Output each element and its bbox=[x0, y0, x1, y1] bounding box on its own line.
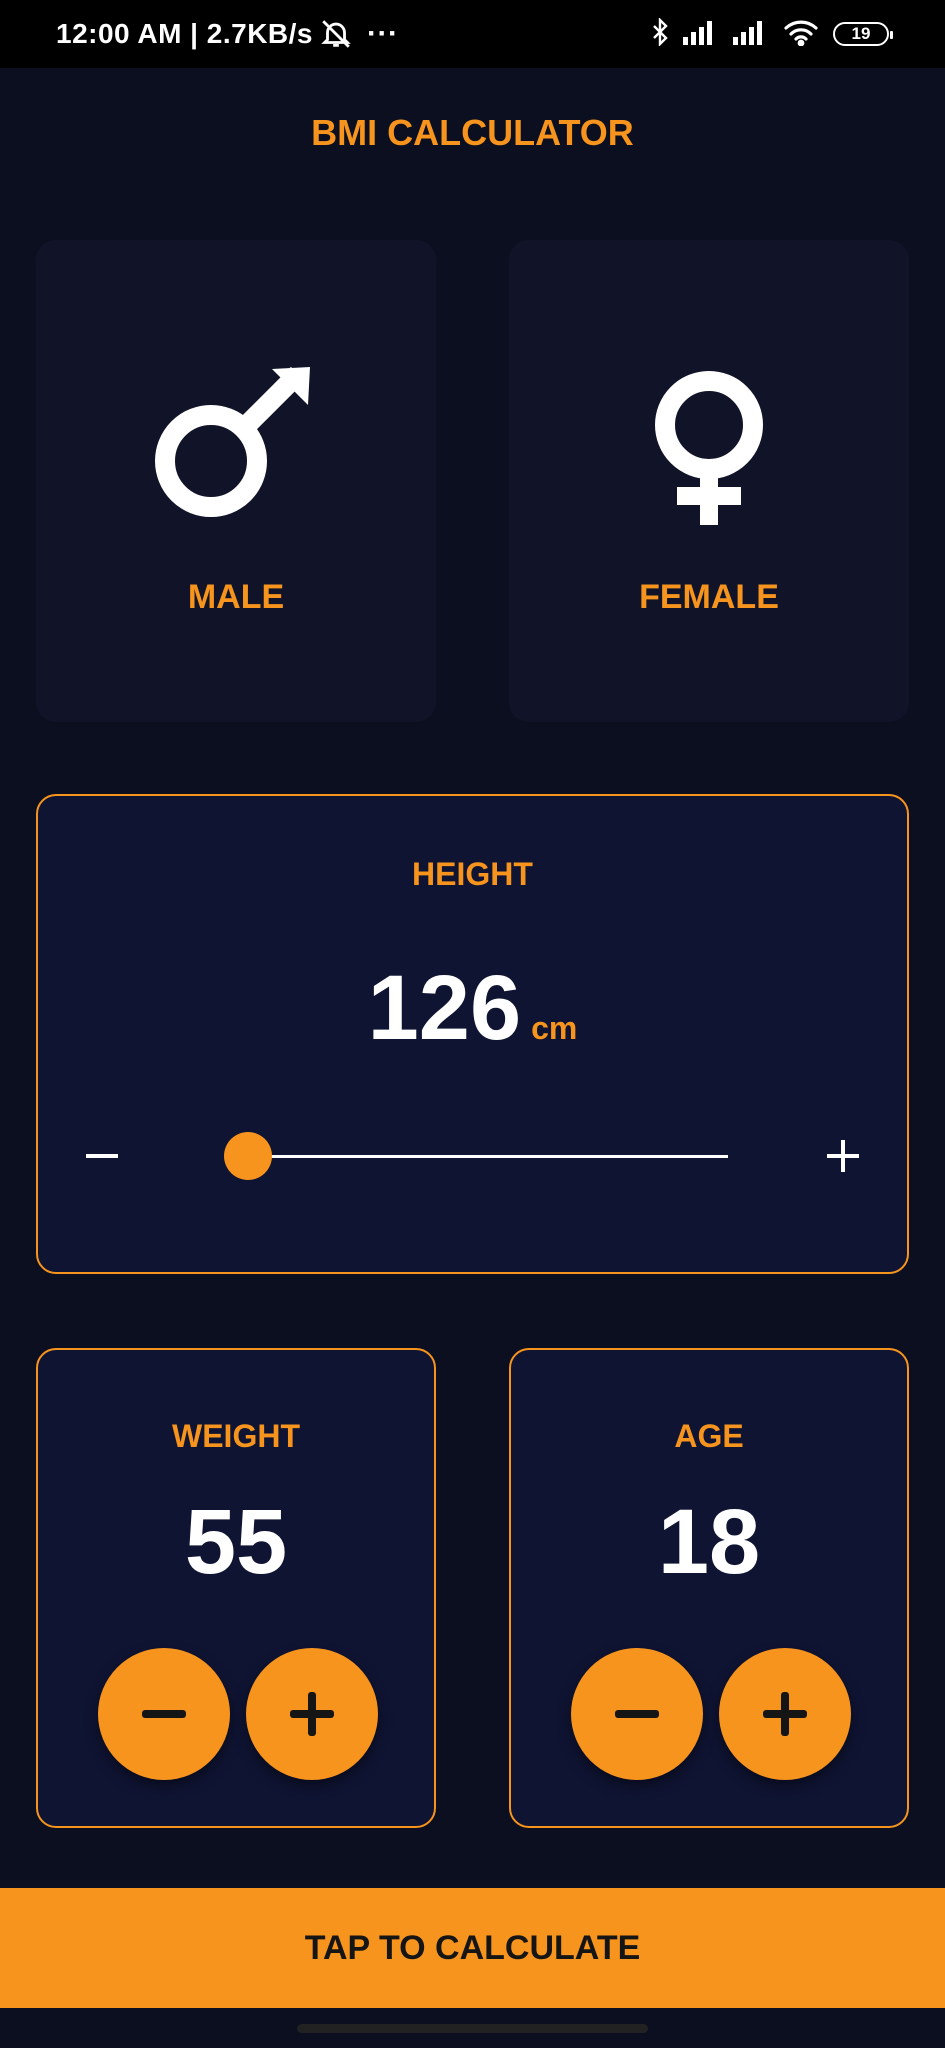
plus-icon[interactable] bbox=[813, 1126, 873, 1186]
age-decrement-button[interactable] bbox=[571, 1648, 703, 1780]
height-value: 126 bbox=[367, 957, 522, 1059]
status-right: 19 bbox=[651, 0, 893, 68]
bluetooth-icon bbox=[651, 16, 669, 51]
age-label: AGE bbox=[674, 1418, 744, 1454]
height-slider-thumb[interactable] bbox=[224, 1132, 272, 1180]
minus-icon bbox=[142, 1710, 186, 1718]
plus-icon bbox=[763, 1692, 807, 1736]
height-unit: cm bbox=[531, 1010, 578, 1046]
male-card[interactable]: MALE bbox=[36, 240, 436, 722]
plus-icon bbox=[290, 1692, 334, 1736]
minus-icon[interactable] bbox=[72, 1126, 132, 1186]
age-card: AGE 18 bbox=[509, 1348, 909, 1828]
minus-icon bbox=[615, 1710, 659, 1718]
weight-label: WEIGHT bbox=[172, 1418, 300, 1454]
bell-off-icon bbox=[319, 17, 353, 51]
height-slider[interactable] bbox=[228, 1155, 728, 1158]
status-more: ··· bbox=[367, 17, 399, 50]
home-indicator[interactable] bbox=[297, 2024, 648, 2033]
age-increment-button[interactable] bbox=[719, 1648, 851, 1780]
weight-decrement-button[interactable] bbox=[98, 1648, 230, 1780]
battery-icon: 19 bbox=[833, 22, 893, 46]
male-label: MALE bbox=[187, 578, 285, 616]
status-time-speed: 12:00 AM | 2.7KB/s bbox=[56, 18, 314, 49]
height-label: HEIGHT bbox=[412, 856, 533, 892]
height-card: HEIGHT 126 cm bbox=[36, 794, 909, 1274]
age-value: 18 bbox=[657, 1491, 761, 1593]
weight-increment-button[interactable] bbox=[246, 1648, 378, 1780]
battery-level: 19 bbox=[851, 24, 871, 43]
calculate-button[interactable]: TAP TO CALCULATE bbox=[0, 1888, 945, 2008]
status-bar: 12:00 AM | 2.7KB/s ··· 19 bbox=[0, 0, 945, 68]
signal-icon bbox=[733, 19, 769, 50]
weight-value: 55 bbox=[184, 1491, 288, 1593]
signal-icon bbox=[683, 19, 719, 50]
app-title: BMI CALCULATOR bbox=[311, 112, 634, 153]
female-card[interactable]: FEMALE bbox=[509, 240, 909, 722]
height-slider-area bbox=[38, 1126, 907, 1186]
status-left: 12:00 AM | 2.7KB/s ··· bbox=[56, 0, 399, 68]
female-icon bbox=[509, 365, 909, 527]
weight-card: WEIGHT 55 bbox=[36, 1348, 436, 1828]
height-value-row: 126 cm bbox=[38, 956, 907, 1061]
wifi-icon bbox=[783, 18, 819, 51]
male-icon bbox=[36, 365, 436, 525]
calculate-label: TAP TO CALCULATE bbox=[304, 1928, 641, 1967]
female-label: FEMALE bbox=[639, 578, 779, 616]
